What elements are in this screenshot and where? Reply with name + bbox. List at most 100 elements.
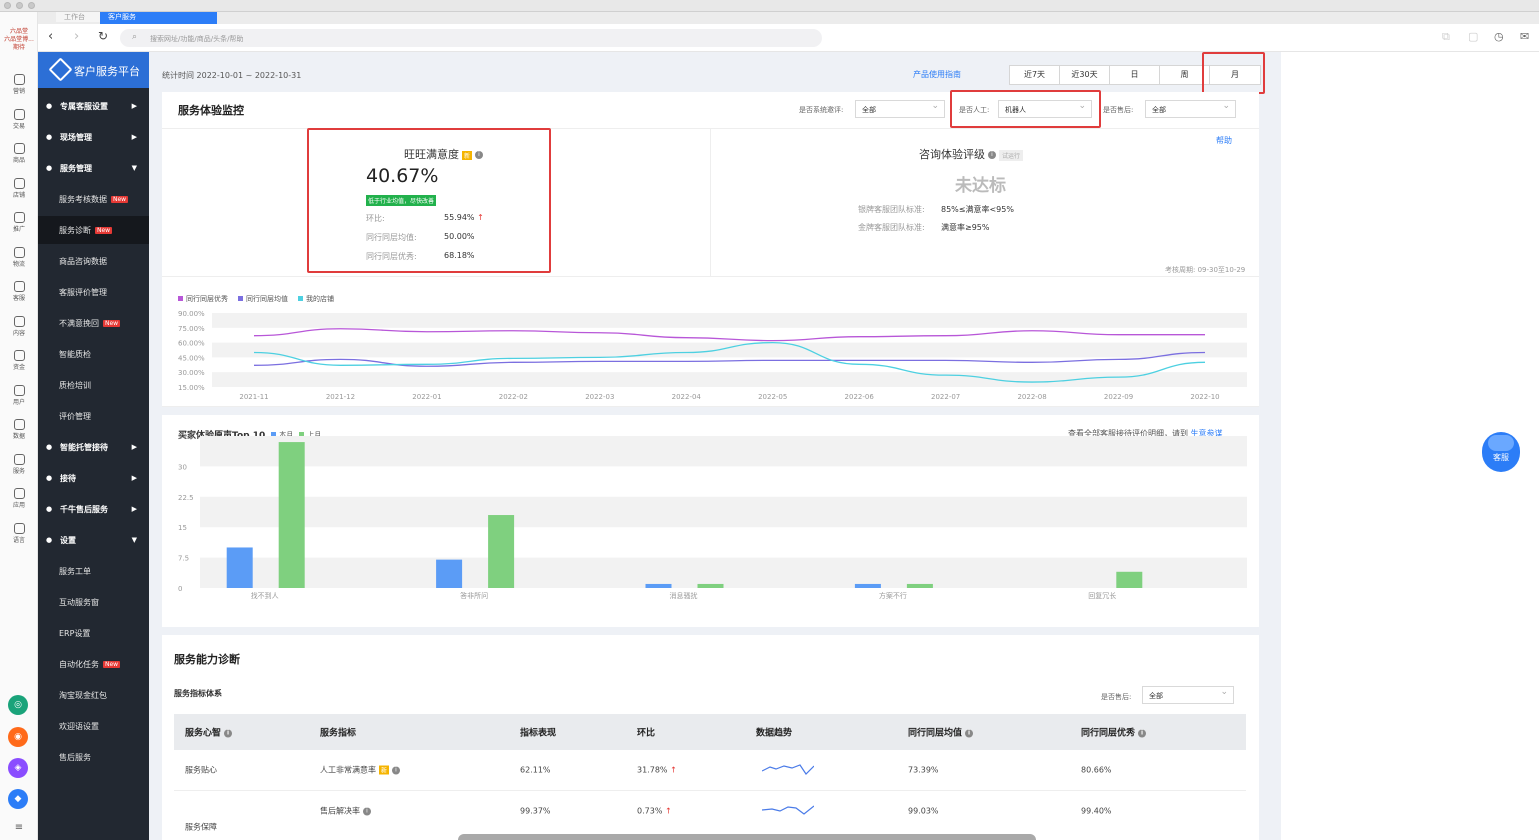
- sidebar-item[interactable]: 服务工单: [38, 557, 149, 585]
- sidebar-item[interactable]: 自动化任务 New: [38, 650, 149, 678]
- filter-label-aftersale: 是否售后:: [1103, 106, 1134, 114]
- sidebar-item[interactable]: ERP设置: [38, 619, 149, 647]
- info-icon[interactable]: i: [392, 766, 401, 774]
- rail-item[interactable]: 交易: [0, 108, 38, 130]
- sidebar-item[interactable]: ● 设置 ▼: [38, 526, 149, 554]
- sidebar-item[interactable]: 不满意挽回 New: [38, 309, 149, 337]
- app-icon-1[interactable]: ◎: [8, 695, 28, 715]
- period-30d[interactable]: 近30天: [1060, 66, 1110, 84]
- shop-name[interactable]: 六品堂 六品堂博... 期待: [2, 28, 36, 52]
- x-tick-label: 2022-03: [585, 393, 614, 401]
- period-day[interactable]: 日: [1110, 66, 1160, 84]
- sidebar-item[interactable]: 服务诊断 New: [38, 216, 149, 244]
- app-icon-4[interactable]: ◆: [8, 789, 28, 809]
- customer-service-robot-button[interactable]: 客服: [1482, 432, 1520, 472]
- minimize-window-icon[interactable]: [16, 2, 23, 9]
- rail-icon: [13, 419, 25, 430]
- info-icon[interactable]: i: [965, 729, 974, 737]
- search-input[interactable]: ⌕ 搜索网址/功能/商品/头条/帮助: [120, 29, 822, 47]
- bar[interactable]: [906, 583, 933, 588]
- row-metric: 售后解决率 i: [320, 806, 371, 817]
- filter-invite-select[interactable]: 全部: [855, 100, 945, 118]
- grade-title-text: 咨询体验评级: [919, 148, 985, 161]
- y-tick-label: 15: [178, 524, 187, 532]
- filter-aftersale-select[interactable]: 全部: [1145, 100, 1236, 118]
- table-row[interactable]: 服务贴心 人工非常满意率新 i 62.11% 31.78% ↑ 73.39% 80…: [174, 750, 1246, 791]
- bar[interactable]: [226, 547, 253, 588]
- rail-item[interactable]: 用户: [0, 384, 38, 406]
- browser-tab-workbench[interactable]: 工作台: [56, 12, 100, 22]
- info-icon[interactable]: i: [988, 151, 996, 159]
- app-icon-2[interactable]: ◉: [8, 727, 28, 747]
- rail-item[interactable]: 推广: [0, 212, 38, 233]
- sidebar-item[interactable]: 客服评价管理: [38, 278, 149, 306]
- rail-item[interactable]: 客服: [0, 281, 38, 302]
- product-guide-link[interactable]: 产品使用指南: [913, 69, 961, 80]
- sidebar-item-label: 服务诊断: [59, 225, 91, 235]
- diagnosis-subtitle: 服务指标体系: [174, 689, 222, 698]
- rail-item[interactable]: 店铺: [0, 177, 38, 199]
- bar[interactable]: [697, 583, 724, 588]
- clock-icon[interactable]: ◷: [1494, 30, 1504, 43]
- info-icon[interactable]: i: [363, 807, 371, 815]
- app-icon-3[interactable]: ◈: [8, 758, 28, 778]
- sidebar-item[interactable]: 商品咨询数据: [38, 247, 149, 275]
- bar[interactable]: [488, 515, 515, 588]
- forward-icon[interactable]: ›: [74, 29, 79, 44]
- x-tick-label: 2022-02: [499, 393, 528, 401]
- sidebar-item[interactable]: 互动服务窗: [38, 588, 149, 616]
- sidebar-item[interactable]: 评价管理: [38, 402, 149, 430]
- info-icon[interactable]: i: [1138, 729, 1147, 737]
- sidebar-item-label: 接待: [60, 473, 76, 483]
- rail-item[interactable]: 资金: [0, 350, 38, 371]
- sidebar-item[interactable]: ● 千牛售后服务 ▶: [38, 495, 149, 523]
- sidebar-item[interactable]: ● 现场管理 ▶: [38, 123, 149, 151]
- rail-item[interactable]: 内容: [0, 315, 38, 337]
- rail-item[interactable]: 营销: [0, 74, 38, 95]
- sidebar-item[interactable]: 服务考核数据 New: [38, 185, 149, 213]
- bar[interactable]: [278, 442, 305, 588]
- rail-item[interactable]: 语言: [0, 522, 38, 544]
- bar[interactable]: [854, 583, 881, 588]
- sidebar-item[interactable]: 售后服务: [38, 743, 149, 771]
- rail-item-label: 物流: [12, 260, 25, 268]
- rail-item[interactable]: 数据: [0, 419, 38, 440]
- platform-header[interactable]: 客户服务平台: [38, 52, 149, 88]
- maximize-window-icon[interactable]: [28, 2, 35, 9]
- rail-item[interactable]: 服务: [0, 453, 38, 475]
- rail-icon: [13, 453, 25, 465]
- browser-tab-customer-service[interactable]: 客户服务: [100, 12, 217, 24]
- help-link[interactable]: 帮助: [1216, 135, 1232, 146]
- refresh-icon[interactable]: ↻: [98, 29, 108, 43]
- group-icon: ●: [46, 474, 53, 482]
- copy-icon[interactable]: ⧉: [1442, 30, 1450, 44]
- period-7d[interactable]: 近7天: [1010, 66, 1060, 84]
- metrics-divider: [710, 129, 711, 276]
- rail-icon: [13, 212, 25, 223]
- bar[interactable]: [436, 559, 463, 588]
- sidebar-item[interactable]: ● 专属客服设置 ▶: [38, 92, 149, 120]
- rail-item[interactable]: 商品: [0, 143, 38, 164]
- info-icon[interactable]: i: [224, 729, 233, 737]
- window-icon[interactable]: ▢: [1468, 30, 1478, 43]
- sidebar-item[interactable]: 质检培训: [38, 371, 149, 399]
- sidebar-item[interactable]: 智能质检: [38, 340, 149, 368]
- table-row[interactable]: 服务保障 售后解决率 i 99.37% 0.73% ↑ 99.03% 99.40%: [174, 791, 1246, 840]
- rail-item[interactable]: 物流: [0, 246, 38, 268]
- sidebar-item[interactable]: ● 服务管理 ▼: [38, 154, 149, 182]
- rail-item[interactable]: 应用: [0, 488, 38, 509]
- message-icon[interactable]: ✉: [1520, 30, 1529, 43]
- back-icon[interactable]: ‹: [48, 29, 53, 44]
- dock: [458, 834, 1036, 840]
- sidebar-item-label: 不满意挽回: [59, 318, 99, 328]
- bar[interactable]: [645, 583, 672, 588]
- sidebar-item[interactable]: ● 接待 ▶: [38, 464, 149, 492]
- sidebar-item[interactable]: 淘宝现金红包: [38, 681, 149, 709]
- diagnosis-filter-select[interactable]: 全部: [1142, 686, 1234, 704]
- bar[interactable]: [1116, 571, 1143, 588]
- sidebar-item[interactable]: ● 智能托管接待 ▶: [38, 433, 149, 461]
- filter-aftersale-value: 全部: [1152, 106, 1166, 114]
- menu-icon[interactable]: ≡: [0, 822, 38, 833]
- sidebar-item[interactable]: 欢迎语设置: [38, 712, 149, 740]
- close-window-icon[interactable]: [4, 2, 11, 9]
